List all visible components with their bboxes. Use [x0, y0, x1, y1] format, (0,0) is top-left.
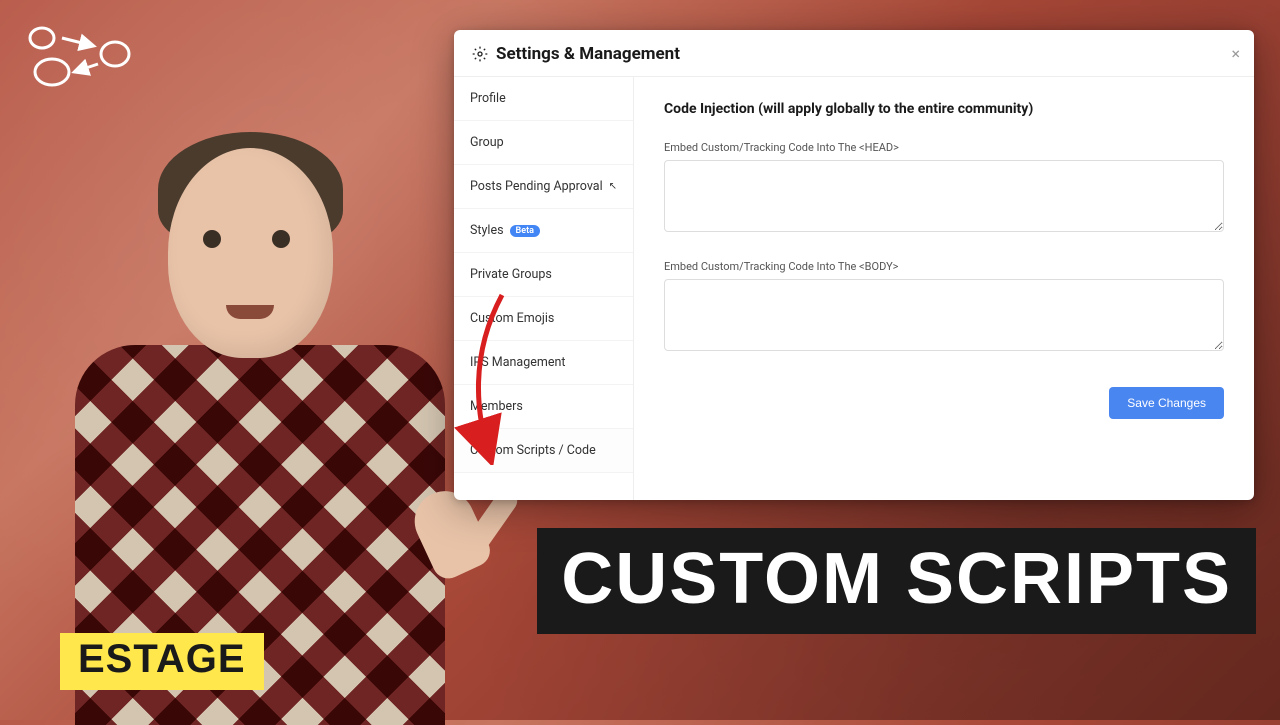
sidebar-item-members[interactable]: Members — [454, 385, 633, 429]
presenter-illustration — [40, 120, 460, 720]
close-button[interactable]: × — [1231, 44, 1240, 63]
settings-content: Code Injection (will apply globally to t… — [634, 77, 1254, 500]
sidebar-item-label: Custom Scripts / Code — [470, 443, 596, 458]
head-code-input[interactable] — [664, 160, 1224, 232]
sidebar-item-ips-management[interactable]: IPS Management — [454, 341, 633, 385]
overlay-brand: ESTAGE — [60, 633, 264, 690]
body-code-label: Embed Custom/Tracking Code Into The <BOD… — [664, 260, 1224, 273]
overlay-title: CUSTOM SCRIPTS — [537, 528, 1256, 634]
sidebar-item-label: Styles — [470, 223, 504, 238]
sidebar-item-posts-pending[interactable]: Posts Pending Approval ↖ — [454, 165, 633, 209]
settings-sidebar: Profile Group Posts Pending Approval ↖ St… — [454, 77, 634, 500]
settings-panel: Settings & Management × Profile Group Po… — [454, 30, 1254, 500]
sidebar-item-label: IPS Management — [470, 355, 565, 370]
sidebar-item-label: Posts Pending Approval — [470, 179, 603, 194]
cursor-icon: ↖ — [609, 181, 617, 192]
sidebar-item-label: Private Groups — [470, 267, 552, 282]
content-heading: Code Injection (will apply globally to t… — [664, 101, 1224, 117]
gear-icon — [472, 46, 488, 62]
sidebar-item-private-groups[interactable]: Private Groups — [454, 253, 633, 297]
beta-badge: Beta — [510, 225, 540, 237]
sidebar-item-label: Profile — [470, 91, 506, 106]
sidebar-item-profile[interactable]: Profile — [454, 77, 633, 121]
sidebar-item-label: Group — [470, 135, 504, 150]
sidebar-item-label: Custom Emojis — [470, 311, 554, 326]
save-changes-button[interactable]: Save Changes — [1109, 387, 1224, 419]
sidebar-item-custom-scripts[interactable]: Custom Scripts / Code — [454, 429, 633, 473]
body-code-input[interactable] — [664, 279, 1224, 351]
panel-title: Settings & Management — [496, 44, 680, 64]
panel-header: Settings & Management × — [454, 30, 1254, 77]
sidebar-item-custom-emojis[interactable]: Custom Emojis — [454, 297, 633, 341]
sidebar-item-styles[interactable]: Styles Beta — [454, 209, 633, 253]
sidebar-item-label: Members — [470, 399, 523, 414]
doodle-circles-icon — [22, 24, 132, 94]
head-code-label: Embed Custom/Tracking Code Into The <HEA… — [664, 141, 1224, 154]
sidebar-item-group[interactable]: Group — [454, 121, 633, 165]
